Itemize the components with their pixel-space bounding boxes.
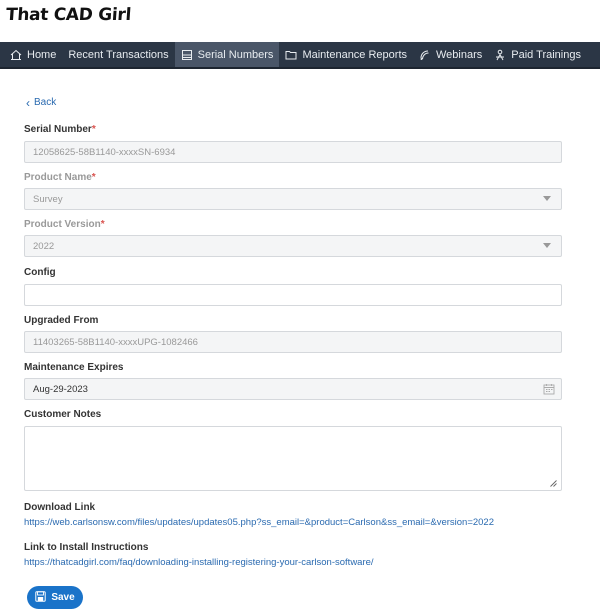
field-value: 2022 [33,240,55,252]
nav-item-webinars[interactable]: Webinars [413,42,488,67]
save-label: Save [51,592,75,603]
training-icon [494,49,506,61]
download-link[interactable]: https://web.carlsonsw.com/files/updates/… [24,517,494,528]
product-name-label: Product Name* [24,172,96,183]
field-value: 12058625-58B1140-xxxxSN-6934 [33,146,176,158]
install-instructions-link[interactable]: https://thatcadgirl.com/faq/downloading-… [24,557,374,568]
home-icon [10,49,22,61]
back-label: Back [34,97,57,108]
nav-label: Home [27,48,57,61]
resize-handle-icon[interactable] [550,479,557,487]
folder-icon [285,49,297,61]
brand-logo[interactable]: That CAD Girl [5,5,131,25]
required-mark: * [91,172,96,183]
nav-item-recent-transactions[interactable]: Recent Transactions [62,42,174,67]
save-icon [35,590,47,605]
label-text: Serial Number [24,124,92,135]
label-text: Product Name [24,172,92,183]
nav-label: Serial Numbers [197,48,274,61]
serial-number-label: Serial Number* [24,124,96,135]
nav-label: Paid Trainings [511,48,581,61]
config-input[interactable] [24,284,562,306]
nav-item-paid-trainings[interactable]: Paid Trainings [488,42,587,67]
nav-label: Recent Transactions [68,48,169,61]
customer-notes-textarea[interactable] [24,426,562,491]
label-text: Product Version [24,219,101,230]
webinar-icon [419,49,431,61]
serial-number-field[interactable]: 12058625-58B1140-xxxxSN-6934 [24,141,562,163]
back-link[interactable]: ‹ Back [26,95,57,110]
nav-item-home[interactable]: Home [4,42,62,67]
required-mark: * [91,124,96,135]
maintenance-expires-label: Maintenance Expires [24,362,124,373]
download-link-label: Download Link [24,502,96,513]
nav-label: Maintenance Reports [302,48,407,61]
caret-down-icon [543,196,551,201]
maintenance-expires-field[interactable]: Aug-29-2023 [24,378,562,400]
product-name-select[interactable]: Survey [24,188,562,210]
config-label: Config [24,267,56,278]
save-button[interactable]: Save [27,586,83,609]
main-nav: Home Recent Transactions Serial Numbers … [0,42,600,69]
product-version-label: Product Version* [24,219,105,230]
product-version-select[interactable]: 2022 [24,235,562,257]
required-mark: * [100,219,105,230]
upgraded-from-field[interactable]: 11403265-58B1140-xxxxUPG-1082466 [24,331,562,353]
field-value: Survey [33,193,63,205]
nav-item-maintenance-reports[interactable]: Maintenance Reports [279,42,413,67]
install-instructions-label: Link to Install Instructions [24,542,149,553]
field-value: Aug-29-2023 [33,383,88,395]
upgraded-from-label: Upgraded From [24,315,99,326]
serial-icon [181,49,193,61]
calendar-icon[interactable] [543,383,555,395]
caret-down-icon [543,243,551,248]
nav-label: Webinars [436,48,483,61]
field-value: 11403265-58B1140-xxxxUPG-1082466 [33,336,198,348]
chevron-left-icon: ‹ [26,95,30,110]
nav-item-serial-numbers[interactable]: Serial Numbers [174,42,280,67]
customer-notes-label: Customer Notes [24,409,102,420]
